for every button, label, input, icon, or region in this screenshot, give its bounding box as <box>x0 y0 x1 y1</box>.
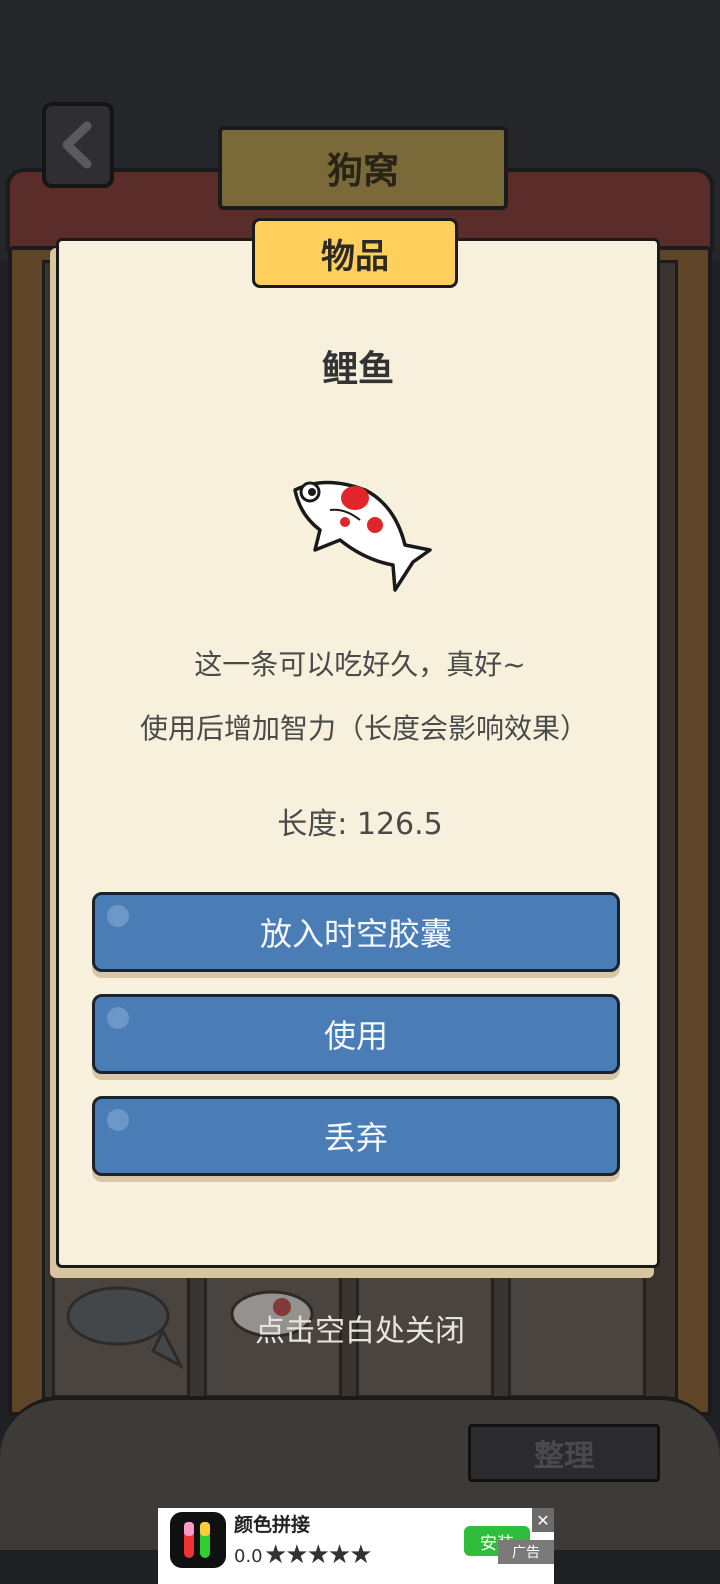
sort-button[interactable]: 整理 <box>468 1424 660 1482</box>
item-length: 长度: 126.5 <box>277 807 443 842</box>
capsule-button-label: 放入时空胶囊 <box>259 915 452 953</box>
ad-rating: 0.0 <box>234 1546 263 1567</box>
item-flavor-text: 这一条可以吃好久，真好~ <box>194 648 526 681</box>
back-button[interactable] <box>42 102 114 188</box>
bubble-decoration <box>107 1007 129 1029</box>
discard-button-label: 丢弃 <box>323 1119 388 1157</box>
bubble-decoration <box>107 1109 129 1131</box>
close-hint[interactable]: 点击空白处关闭 <box>0 1306 720 1350</box>
item-name: 鲤鱼 <box>321 349 394 390</box>
ad-app-icon[interactable] <box>170 1512 226 1568</box>
chevron-left-icon <box>62 121 92 169</box>
star-rating-icon: ★★★★★ <box>264 1540 373 1570</box>
use-button[interactable]: 使用 <box>92 994 620 1074</box>
page-title: 狗窝 <box>218 126 508 210</box>
close-icon[interactable]: ✕ <box>532 1508 554 1532</box>
color-tubes-icon <box>184 1522 210 1558</box>
capsule-button[interactable]: 放入时空胶囊 <box>92 892 620 972</box>
bubble-decoration <box>107 905 129 927</box>
koi-fish-illustration <box>293 480 432 592</box>
item-effect-text: 使用后增加智力（长度会影响效果） <box>140 712 589 745</box>
modal-tab-label: 物品 <box>252 218 458 288</box>
ad-title: 颜色拼接 <box>234 1514 311 1536</box>
discard-button[interactable]: 丢弃 <box>92 1096 620 1176</box>
use-button-label: 使用 <box>323 1017 388 1055</box>
ad-tag: 广告 <box>498 1540 554 1564</box>
